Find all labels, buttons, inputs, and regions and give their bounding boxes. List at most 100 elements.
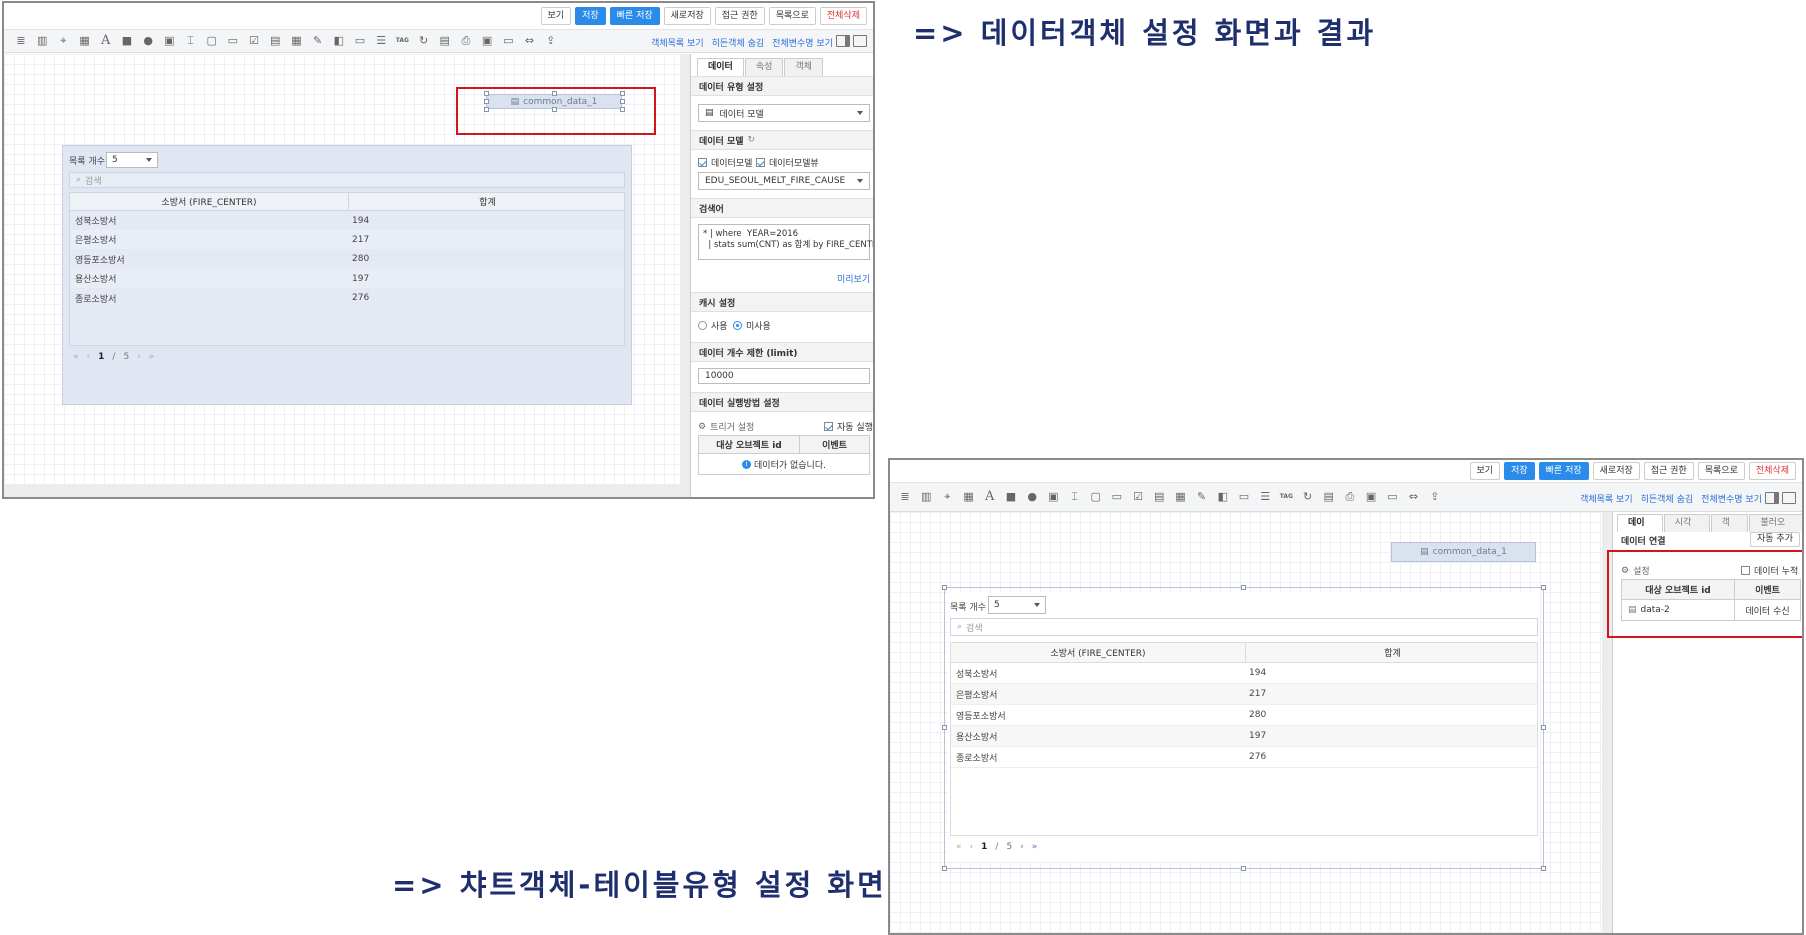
quick-save-button[interactable]: 빠른 저장 [609, 7, 660, 25]
preview-link[interactable]: 미리보기 [837, 272, 870, 285]
image-icon[interactable]: ▣ [1046, 490, 1060, 504]
delete-all-button[interactable]: 전체삭제 [819, 7, 867, 25]
print-icon[interactable]: ⎙ [1343, 490, 1357, 504]
slideshow-icon[interactable]: ◧ [1216, 490, 1230, 504]
refresh-icon[interactable]: ↻ [1301, 490, 1315, 504]
show-variables-link[interactable]: 전체변수명 보기 [772, 36, 833, 49]
table-row[interactable]: 종로소방서 276 [951, 747, 1537, 768]
column-header[interactable]: 소방서 (FIRE_CENTER) [951, 643, 1245, 662]
upload-icon[interactable]: ⇪ [544, 34, 558, 48]
quick-save-button[interactable]: 빠른 저장 [1538, 462, 1589, 480]
first-page-icon[interactable]: « [956, 842, 962, 852]
access-rights-button[interactable]: 접근 권한 [1643, 462, 1694, 480]
data-model-select[interactable]: EDU_SEOUL_MELT_FIRE_CAUSE [698, 172, 870, 190]
dropdown-icon[interactable]: ▭ [226, 34, 240, 48]
tab-properties[interactable]: 속성 [744, 58, 784, 76]
view-button[interactable]: 보기 [540, 7, 572, 25]
hide-hidden-link[interactable]: 히든객체 숨김 [1641, 492, 1694, 505]
column-header[interactable]: 소방서 (FIRE_CENTER) [70, 193, 348, 210]
upload-icon[interactable]: ⇪ [1428, 490, 1442, 504]
cache-unused-radio[interactable]: 미사용 [733, 319, 771, 332]
save-as-button[interactable]: 새로저장 [663, 7, 711, 25]
table-row[interactable]: 영등포소방서 280 [951, 705, 1537, 726]
list-count-select[interactable]: 5 [106, 152, 158, 168]
date-icon[interactable]: ▤ [1152, 490, 1166, 504]
full-view-icon[interactable] [1782, 492, 1796, 504]
tag-icon[interactable]: TAG [395, 34, 409, 48]
back-to-list-button[interactable]: 목록으로 [768, 7, 816, 25]
list-count-select[interactable]: 5 [988, 596, 1046, 614]
tab-object[interactable]: 객체 [1710, 514, 1749, 545]
tab-visualization[interactable]: 시각화 [1663, 514, 1710, 545]
image-icon[interactable]: ▣ [162, 34, 176, 48]
dropdown-icon[interactable]: ▭ [1110, 490, 1124, 504]
bar-chart-icon[interactable]: ▥ [35, 34, 49, 48]
frame-icon[interactable]: ▣ [1364, 490, 1378, 504]
design-canvas[interactable]: ▤ common_data_1 목록 개수 5 ⌕ 검색 소방서 (FIRE_C… [4, 54, 680, 485]
table-row[interactable]: 은평소방서 217 [951, 684, 1537, 705]
table-row[interactable]: 영등포소방서 280 [70, 249, 624, 269]
card-icon[interactable]: ▭ [1385, 490, 1399, 504]
resize-handle[interactable] [942, 725, 947, 730]
cache-use-radio[interactable]: 사용 [698, 319, 728, 332]
design-canvas[interactable]: ▤ common_data_1 목록 개수 5 ⌕ 검색 소방서 (FIRE_C… [890, 512, 1602, 933]
table-row[interactable]: 용산소방서 197 [951, 726, 1537, 747]
resize-handle[interactable] [1541, 725, 1546, 730]
resize-handle[interactable] [942, 866, 947, 871]
tab-data[interactable]: 데이터 [697, 58, 744, 76]
data-type-select[interactable]: ▤ 데이터 모델 [698, 104, 870, 122]
map-icon[interactable]: ▦ [78, 34, 92, 48]
split-view-icon[interactable] [1765, 492, 1779, 504]
tab-import[interactable]: 불러오기 [1749, 514, 1802, 545]
table-row[interactable]: 은평소방서 217 [70, 230, 624, 249]
tab-icon[interactable]: ▭ [1237, 490, 1251, 504]
link-target-cell[interactable]: ▤ data-2 [1628, 600, 1670, 620]
search-input[interactable]: ⌕ 검색 [950, 618, 1538, 636]
input-icon[interactable]: ⌶ [184, 34, 198, 48]
next-page-icon[interactable]: › [1020, 842, 1024, 852]
query-textarea[interactable]: * | where YEAR=2016 | stats sum(CNT) as … [698, 224, 873, 260]
tab-icon[interactable]: ▭ [353, 34, 367, 48]
form-icon[interactable]: ▤ [1322, 490, 1336, 504]
view-button[interactable]: 보기 [1469, 462, 1501, 480]
database-icon[interactable]: ≣ [14, 34, 28, 48]
first-page-icon[interactable]: « [73, 352, 79, 362]
link-event-cell[interactable]: 데이터 수신 [1734, 600, 1800, 620]
column-header[interactable]: 합계 [1245, 643, 1539, 662]
tag-icon[interactable]: TAG [1279, 490, 1293, 504]
rectangle-icon[interactable]: ■ [120, 34, 134, 48]
horizontal-scrollbar[interactable] [4, 485, 690, 497]
resize-handle[interactable] [1541, 585, 1546, 590]
split-view-icon[interactable] [836, 35, 850, 47]
tab-data[interactable]: 데이터 [1617, 514, 1663, 545]
back-to-list-button[interactable]: 목록으로 [1697, 462, 1745, 480]
last-page-icon[interactable]: » [149, 352, 155, 362]
table-row[interactable]: 용산소방서 197 [70, 269, 624, 288]
resize-handle[interactable] [1241, 585, 1246, 590]
table-widget[interactable]: 목록 개수 5 ⌕ 검색 소방서 (FIRE_CENTER) 합계 성북소방서 … [948, 592, 1540, 862]
save-button[interactable]: 저장 [1504, 462, 1535, 480]
data-model-view-checkbox[interactable]: 데이터모델뷰 [756, 156, 819, 169]
last-page-icon[interactable]: » [1032, 842, 1038, 852]
slider-icon[interactable]: ⇔ [523, 34, 537, 48]
bar-chart-icon[interactable]: ▥ [919, 490, 933, 504]
map-pin-icon[interactable]: ⌖ [940, 490, 954, 504]
limit-input[interactable]: 10000 [698, 368, 870, 384]
hide-hidden-link[interactable]: 히든객체 숨김 [712, 36, 765, 49]
checkbox-icon[interactable]: ☑ [247, 34, 261, 48]
vertical-scrollbar[interactable] [680, 54, 690, 485]
calendar-icon[interactable]: ▦ [1173, 490, 1187, 504]
object-list-link[interactable]: 객체목록 보기 [1580, 492, 1633, 505]
table-row[interactable]: 성북소방서 194 [951, 663, 1537, 684]
form-icon[interactable]: ▤ [438, 34, 452, 48]
trigger-settings[interactable]: ⚙ 트리거 설정 [698, 420, 754, 434]
next-page-icon[interactable]: › [137, 352, 141, 362]
checkbox-icon[interactable]: ☑ [1131, 490, 1145, 504]
textbox-icon[interactable]: ▢ [205, 34, 219, 48]
resize-handle[interactable] [1241, 866, 1246, 871]
table-row[interactable]: 종로소방서 276 [70, 288, 624, 308]
accumulate-checkbox[interactable]: 데이터 누적 [1741, 564, 1798, 577]
text-icon[interactable]: A [99, 34, 113, 48]
table-row[interactable]: 성북소방서 194 [70, 211, 624, 230]
text-icon[interactable]: A [983, 490, 997, 504]
